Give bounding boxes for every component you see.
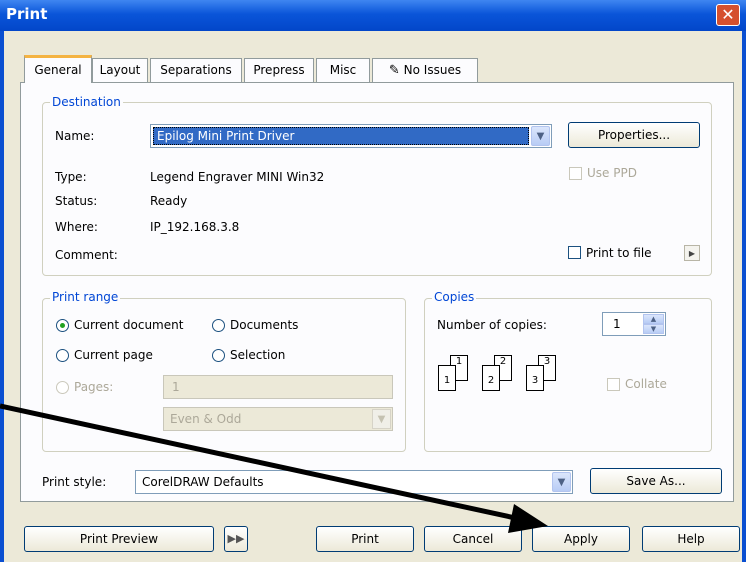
tab-general[interactable]: General — [24, 55, 92, 83]
annotation-arrow — [0, 403, 548, 533]
